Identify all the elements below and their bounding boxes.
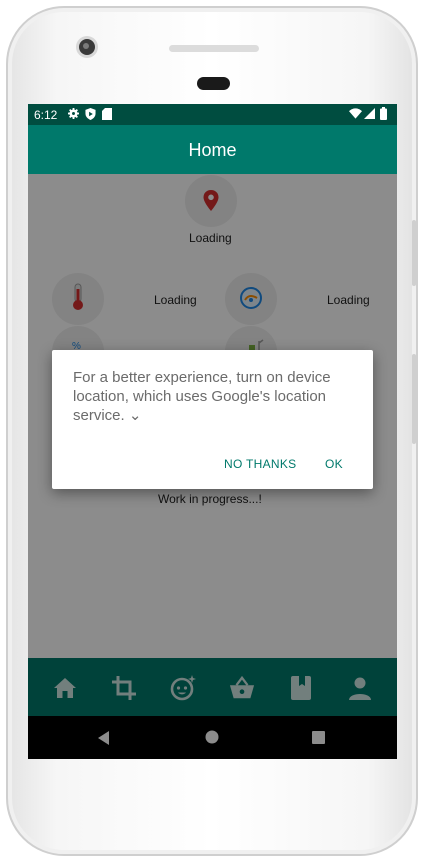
no-thanks-button[interactable]: NO THANKS <box>224 457 297 471</box>
front-camera <box>79 39 95 55</box>
power-button <box>412 354 416 444</box>
earpiece <box>197 77 230 90</box>
location-permission-dialog: For a better experience, turn on device … <box>52 350 373 489</box>
speaker-grille <box>169 45 259 52</box>
settings-icon <box>68 108 79 119</box>
dialog-message-text: For a better experience, turn on device … <box>73 369 331 424</box>
page-title: Home <box>188 140 237 160</box>
status-bar: 6:12 <box>28 104 397 125</box>
app-bar: Home <box>28 125 397 174</box>
sd-card-icon <box>102 108 112 120</box>
expand-chevron-icon[interactable]: ⌄ <box>129 407 142 424</box>
dialog-message: For a better experience, turn on device … <box>73 368 358 425</box>
status-time: 6:12 <box>34 108 58 122</box>
wifi-icon <box>349 108 362 119</box>
ok-button[interactable]: OK <box>325 457 343 471</box>
volume-button <box>412 220 416 286</box>
shield-play-icon <box>85 108 96 120</box>
battery-icon <box>380 107 387 120</box>
signal-icon <box>364 108 375 119</box>
